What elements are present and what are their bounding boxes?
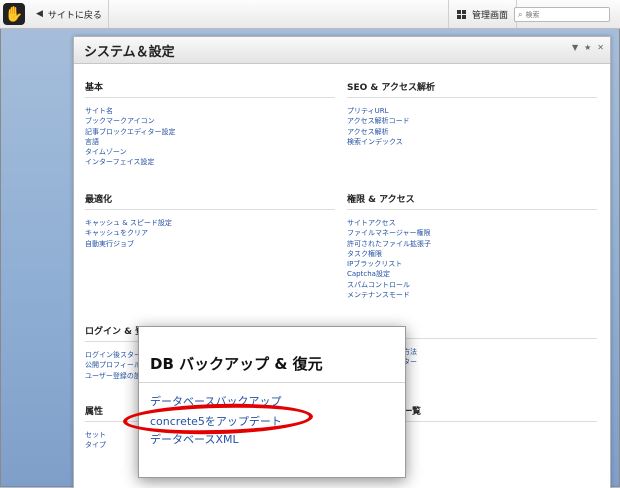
link-automated-jobs[interactable]: 自動実行ジョブ [85, 239, 335, 249]
link-editor-settings[interactable]: 記事ブロックエディター設定 [85, 127, 335, 137]
dashboard-label: 管理画面 [472, 10, 509, 21]
db-backup-popup: DB バックアップ & 復元 データベースバックアップ concrete5をアッ… [138, 326, 406, 478]
link-interface-settings[interactable]: インターフェイス設定 [85, 157, 335, 167]
search-input[interactable] [525, 10, 596, 19]
section-title: 権限 & アクセス [347, 192, 597, 210]
section-title: 最適化 [85, 192, 335, 210]
back-to-site-button[interactable]: ◀ サイトに戻る [30, 0, 109, 28]
popup-title: DB バックアップ & 復元 [150, 355, 323, 373]
link-ip-blacklist[interactable]: IPブラックリスト [347, 259, 597, 269]
close-icon[interactable]: ✕ [597, 43, 604, 52]
link-captcha[interactable]: Captcha設定 [347, 269, 597, 279]
link-site-access[interactable]: サイトアクセス [347, 218, 597, 228]
link-site-name[interactable]: サイト名 [85, 106, 335, 116]
link-database-xml[interactable]: データベースXML [150, 431, 239, 447]
back-to-site-label: サイトに戻る [47, 10, 102, 21]
panel-header: システム＆設定 ▼ ★ ✕ [74, 37, 610, 64]
link-bookmark-icon[interactable]: ブックマークアイコン [85, 116, 335, 126]
section-title: 基本 [85, 80, 335, 98]
section-optimization: 最適化 キャッシュ & スピード設定 キャッシュをクリア 自動実行ジョブ [85, 192, 335, 249]
link-pretty-url[interactable]: プリティURL [347, 106, 597, 116]
search-box[interactable]: ⌕ [514, 7, 610, 22]
top-toolbar: ✋ ◀ サイトに戻る 管理画面 ⌕ [0, 0, 620, 29]
link-timezone[interactable]: タイムゾーン [85, 147, 335, 157]
link-tracking-code[interactable]: アクセス解析コード [347, 116, 597, 126]
arrow-left-icon: ◀ [36, 9, 43, 19]
link-task-permissions[interactable]: タスク権限 [347, 249, 597, 259]
popup-divider [139, 382, 405, 383]
section-basics: 基本 サイト名 ブックマークアイコン 記事ブロックエディター設定 言語 タイムゾ… [85, 80, 335, 168]
link-database-backup[interactable]: データベースバックアップ [150, 393, 281, 409]
dashboard-button[interactable]: 管理画面 [448, 0, 518, 28]
section-seo: SEO & アクセス解析 プリティURL アクセス解析コード アクセス解析 検索… [347, 80, 597, 147]
link-file-extensions[interactable]: 許可されたファイル拡張子 [347, 239, 597, 249]
link-cache-speed[interactable]: キャッシュ & スピード設定 [85, 218, 335, 228]
section-permissions: 権限 & アクセス サイトアクセス ファイルマネージャー権限 許可されたファイル… [347, 192, 597, 300]
link-search-index[interactable]: 検索インデックス [347, 137, 597, 147]
collapse-icon[interactable]: ▼ [572, 43, 578, 52]
panel-controls: ▼ ★ ✕ [572, 43, 604, 52]
grid-icon [457, 9, 466, 19]
link-statistics[interactable]: アクセス解析 [347, 127, 597, 137]
page-title: システム＆設定 [84, 45, 175, 60]
link-spam-control[interactable]: スパムコントロール [347, 280, 597, 290]
search-icon: ⌕ [518, 9, 523, 19]
link-maintenance-mode[interactable]: メンテナンスモード [347, 290, 597, 300]
link-update-concrete5[interactable]: concrete5をアップデート [150, 413, 282, 429]
section-title: SEO & アクセス解析 [347, 80, 597, 98]
link-file-manager-permissions[interactable]: ファイルマネージャー権限 [347, 228, 597, 238]
link-clear-cache[interactable]: キャッシュをクリア [85, 228, 335, 238]
favorite-icon[interactable]: ★ [584, 43, 591, 52]
link-language[interactable]: 言語 [85, 137, 335, 147]
concrete5-logo-icon[interactable]: ✋ [3, 3, 25, 25]
